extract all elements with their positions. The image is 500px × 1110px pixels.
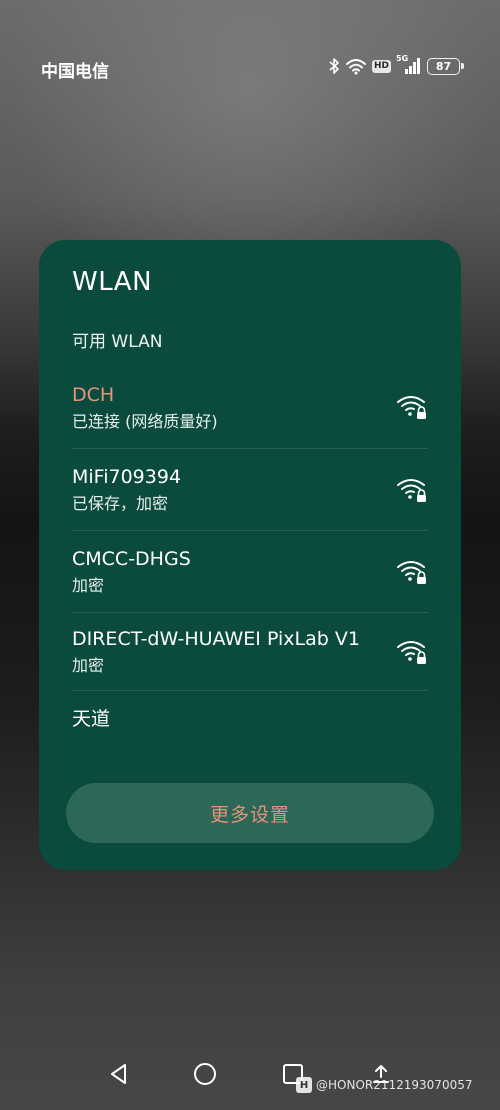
- watermark-logo: H: [296, 1077, 312, 1093]
- network-status: 加密: [72, 656, 105, 675]
- network-status: 已保存，加密: [72, 494, 169, 513]
- available-wlan-label: 可用 WLAN: [72, 332, 163, 352]
- network-item-tiandao[interactable]: 天道: [72, 691, 428, 747]
- network-item-cmcc[interactable]: CMCC-DHGS 加密: [72, 531, 428, 613]
- network-name: CMCC-DHGS: [72, 548, 191, 570]
- network-name: 天道: [72, 708, 111, 730]
- battery-level: 87: [435, 59, 452, 73]
- network-name: DCH: [72, 384, 115, 406]
- home-icon[interactable]: [193, 1062, 217, 1086]
- carrier-name: 中国电信: [41, 62, 109, 82]
- network-item-direct-huawei[interactable]: DIRECT-dW-HUAWEI PixLab V1 加密: [72, 613, 428, 691]
- hd-icon: HD: [371, 59, 391, 73]
- wifi-lock-icon: [397, 560, 426, 584]
- battery-icon: 87: [427, 57, 464, 75]
- cellular-signal-icon: 5G: [396, 54, 422, 76]
- back-icon[interactable]: [107, 1062, 131, 1086]
- status-icons: HD 5G 87: [328, 54, 464, 76]
- panel-title: WLAN: [72, 267, 153, 297]
- wifi-lock-icon: [397, 395, 426, 419]
- watermark-text: @HONOR2112193070057: [316, 1078, 473, 1092]
- status-bar: 中国电信 HD 5G 87: [0, 0, 500, 100]
- watermark: H @HONOR2112193070057: [296, 1077, 472, 1093]
- network-name: DIRECT-dW-HUAWEI PixLab V1: [72, 628, 360, 650]
- wlan-panel: WLAN 可用 WLAN DCH 已连接 (网络质量好) MiFi709394 …: [39, 240, 461, 870]
- network-list: DCH 已连接 (网络质量好) MiFi709394 已保存，加密 CMCC-D…: [39, 365, 461, 760]
- network-status: 已连接 (网络质量好): [72, 412, 218, 431]
- network-name: MiFi709394: [72, 466, 182, 488]
- network-status: 加密: [72, 576, 105, 595]
- wifi-lock-icon: [397, 640, 426, 664]
- network-item-dch[interactable]: DCH 已连接 (网络质量好): [72, 365, 428, 449]
- wifi-lock-icon: [397, 478, 426, 502]
- network-item-mifi[interactable]: MiFi709394 已保存，加密: [72, 449, 428, 531]
- more-settings-button[interactable]: 更多设置: [66, 783, 434, 843]
- bluetooth-icon: [329, 58, 339, 74]
- wifi-icon: [345, 59, 366, 75]
